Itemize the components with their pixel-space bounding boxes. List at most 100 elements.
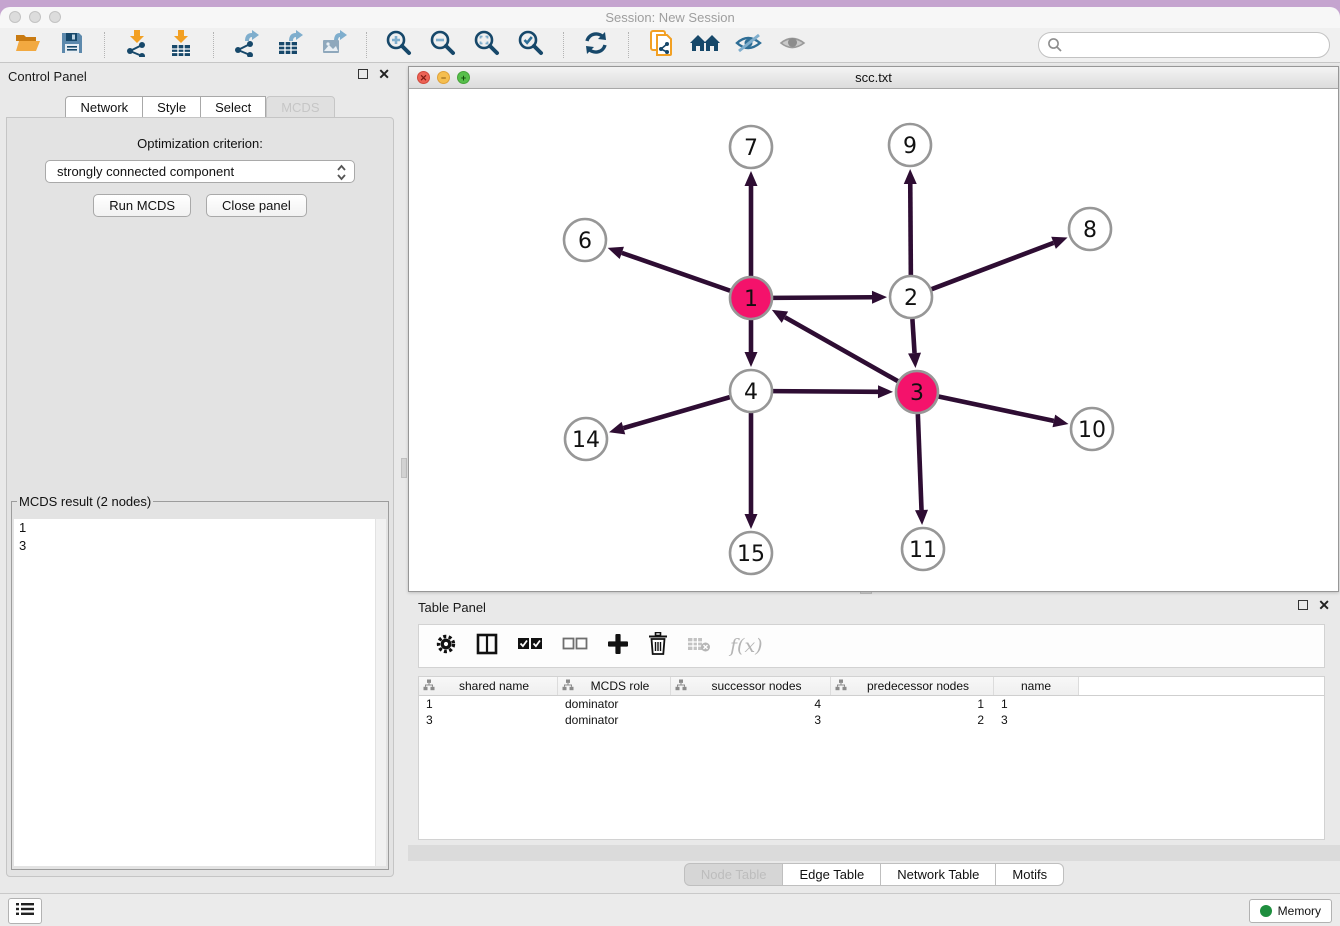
zoom-out-button[interactable] [421, 29, 465, 61]
network-canvas[interactable]: 7 9 6 8 1 2 4 3 14 10 15 11 [409, 89, 1338, 591]
tab-motifs[interactable]: Motifs [996, 863, 1064, 886]
column-header-shared-name[interactable]: shared name [419, 677, 558, 695]
open-folder-icon [14, 31, 42, 60]
graph-edge-2-9[interactable] [910, 184, 911, 275]
cell-mcds-role[interactable]: dominator [558, 712, 671, 728]
graph-node-15[interactable]: 15 [730, 532, 772, 574]
deselect-all-button[interactable] [562, 636, 588, 657]
graph-node-8[interactable]: 8 [1069, 208, 1111, 250]
graph-node-14[interactable]: 14 [565, 418, 607, 460]
zoom-selected-button[interactable] [509, 29, 553, 61]
graph-edge-3-1[interactable] [785, 317, 898, 381]
tab-node-table[interactable]: Node Table [684, 863, 784, 886]
float-panel-icon[interactable] [358, 69, 368, 79]
close-panel-icon[interactable]: ✕ [378, 69, 390, 79]
export-network-button[interactable] [224, 29, 268, 61]
tab-edge-table[interactable]: Edge Table [783, 863, 881, 886]
tab-select[interactable]: Select [201, 96, 266, 118]
mcds-panel: Optimization criterion: strongly connect… [6, 117, 394, 877]
optimization-dropdown[interactable]: strongly connected component [45, 160, 355, 183]
import-network-button[interactable] [115, 29, 159, 61]
run-mcds-button[interactable]: Run MCDS [93, 194, 191, 217]
network-window-titlebar[interactable]: ✕ − + scc.txt [409, 67, 1338, 89]
cell-successor-nodes[interactable]: 4 [671, 696, 831, 712]
graph-node-2[interactable]: 2 [890, 276, 932, 318]
tab-style[interactable]: Style [143, 96, 201, 118]
open-session-button[interactable] [6, 29, 50, 61]
graph-edge-2-8[interactable] [932, 243, 1054, 289]
export-table-button[interactable] [268, 29, 312, 61]
memory-button[interactable]: Memory [1249, 899, 1332, 923]
graph-node-label: 2 [904, 286, 918, 311]
column-header-name[interactable]: name [994, 677, 1079, 695]
task-history-button[interactable] [8, 898, 42, 924]
graph-node-label: 9 [903, 134, 917, 159]
add-column-button[interactable] [607, 633, 629, 660]
column-header-mcds-role[interactable]: MCDS role [558, 677, 671, 695]
cell-predecessor-nodes[interactable]: 2 [831, 712, 994, 728]
cell-mcds-role[interactable]: dominator [558, 696, 671, 712]
zoom-fit-button[interactable] [465, 29, 509, 61]
column-browser-button[interactable] [476, 633, 498, 660]
toolbar-separator [628, 32, 629, 58]
search-input[interactable] [1038, 32, 1330, 58]
table-row[interactable]: 3 dominator 3 2 3 [419, 712, 1324, 728]
graph-edge-1-2[interactable] [773, 297, 872, 298]
tab-mcds[interactable]: MCDS [266, 96, 334, 118]
mcds-result-textarea[interactable]: 1 3 [14, 519, 386, 866]
show-button[interactable] [771, 29, 815, 61]
graph-node-7[interactable]: 7 [730, 126, 772, 168]
graph-node-4[interactable]: 4 [730, 370, 772, 412]
export-image-icon [320, 29, 348, 62]
select-all-button[interactable] [517, 636, 543, 657]
graph-node-label: 3 [910, 381, 924, 406]
graph-edge-1-6[interactable] [622, 253, 730, 291]
houses-button[interactable] [683, 29, 727, 61]
table-settings-button[interactable] [435, 633, 457, 660]
table-row[interactable]: 1 dominator 4 1 1 [419, 696, 1324, 712]
graph-edge-3-11[interactable] [918, 414, 922, 510]
control-panel-title: Control Panel [8, 69, 87, 84]
graph-node-11[interactable]: 11 [902, 528, 944, 570]
cell-name[interactable]: 3 [994, 712, 1079, 728]
graph-node-10[interactable]: 10 [1071, 408, 1113, 450]
result-scrollbar[interactable] [375, 519, 386, 866]
graph-edge-4-3[interactable] [773, 391, 878, 392]
cell-name[interactable]: 1 [994, 696, 1079, 712]
delete-column-button[interactable] [648, 632, 668, 660]
column-header-predecessor-nodes[interactable]: predecessor nodes [831, 677, 994, 695]
cell-shared-name[interactable]: 1 [419, 696, 558, 712]
refresh-button[interactable] [574, 29, 618, 61]
graph-node-label: 8 [1083, 218, 1097, 243]
float-table-panel-icon[interactable] [1298, 600, 1308, 610]
close-panel-button[interactable]: Close panel [206, 194, 307, 217]
graph-edge-2-3[interactable] [912, 319, 914, 353]
save-session-button[interactable] [50, 29, 94, 61]
refresh-icon [583, 30, 609, 61]
cell-successor-nodes[interactable]: 3 [671, 712, 831, 728]
graph-node-6[interactable]: 6 [564, 219, 606, 261]
tab-network[interactable]: Network [65, 96, 143, 118]
graph-node-1[interactable]: 1 [730, 277, 772, 319]
graph-node-3[interactable]: 3 [896, 371, 938, 413]
mcds-result-title: MCDS result (2 nodes) [17, 494, 153, 509]
hide-button[interactable] [727, 29, 771, 61]
column-header-successor-nodes[interactable]: successor nodes [671, 677, 831, 695]
splitter-handle-vertical[interactable] [401, 458, 407, 478]
import-table-button[interactable] [159, 29, 203, 61]
graph-edge-4-14[interactable] [623, 397, 729, 428]
graph-node-label: 7 [744, 136, 758, 161]
cell-shared-name[interactable]: 3 [419, 712, 558, 728]
close-table-panel-icon[interactable]: ✕ [1318, 600, 1330, 610]
tab-network-table[interactable]: Network Table [881, 863, 996, 886]
cell-predecessor-nodes[interactable]: 1 [831, 696, 994, 712]
zoom-in-button[interactable] [377, 29, 421, 61]
export-image-button[interactable] [312, 29, 356, 61]
zoom-selected-icon [517, 29, 545, 62]
result-line: 3 [14, 537, 386, 555]
save-floppy-icon [60, 31, 84, 60]
clone-network-button[interactable] [639, 29, 683, 61]
graph-edge-3-10[interactable] [939, 397, 1054, 421]
graph-node-9[interactable]: 9 [889, 124, 931, 166]
export-network-icon [232, 29, 260, 62]
